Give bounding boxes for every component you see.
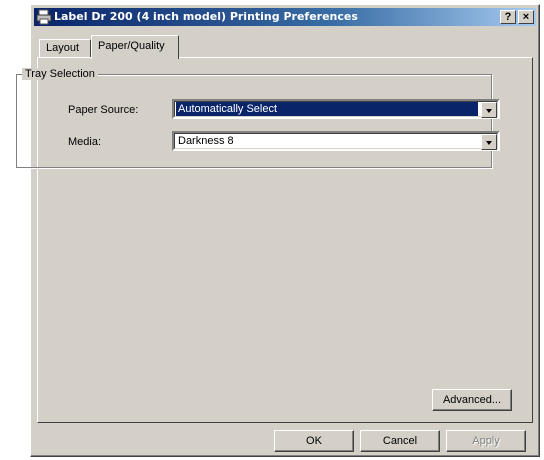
window-title: Label Dr 200 (4 inch model) Printing Pre…	[54, 10, 358, 23]
close-button[interactable]: ×	[518, 10, 534, 24]
media-label: Media:	[68, 136, 102, 148]
cancel-button[interactable]: Cancel	[360, 430, 440, 452]
title-bar[interactable]: Label Dr 200 (4 inch model) Printing Pre…	[34, 8, 536, 26]
tray-selection-group	[16, 74, 492, 168]
paper-source-select[interactable]: Automatically Select	[172, 99, 500, 119]
paper-source-value: Automatically Select	[176, 102, 478, 116]
tray-selection-legend: Tray Selection	[22, 68, 98, 80]
media-dropdown-button[interactable]	[481, 134, 497, 150]
media-value: Darkness 8	[178, 135, 234, 147]
media-select[interactable]: Darkness 8	[172, 131, 500, 151]
advanced-button[interactable]: Advanced...	[432, 389, 512, 411]
paper-source-label: Paper Source:	[68, 104, 139, 116]
chevron-down-icon	[486, 141, 492, 145]
tab-layout[interactable]: Layout	[39, 39, 91, 57]
tab-paper-quality[interactable]: Paper/Quality	[91, 35, 179, 59]
paper-source-dropdown-button[interactable]	[481, 102, 497, 118]
printer-icon	[36, 9, 52, 25]
chevron-down-icon	[486, 109, 492, 113]
help-button[interactable]: ?	[500, 10, 516, 24]
apply-button[interactable]: Apply	[446, 430, 526, 452]
ok-button[interactable]: OK	[274, 430, 354, 452]
